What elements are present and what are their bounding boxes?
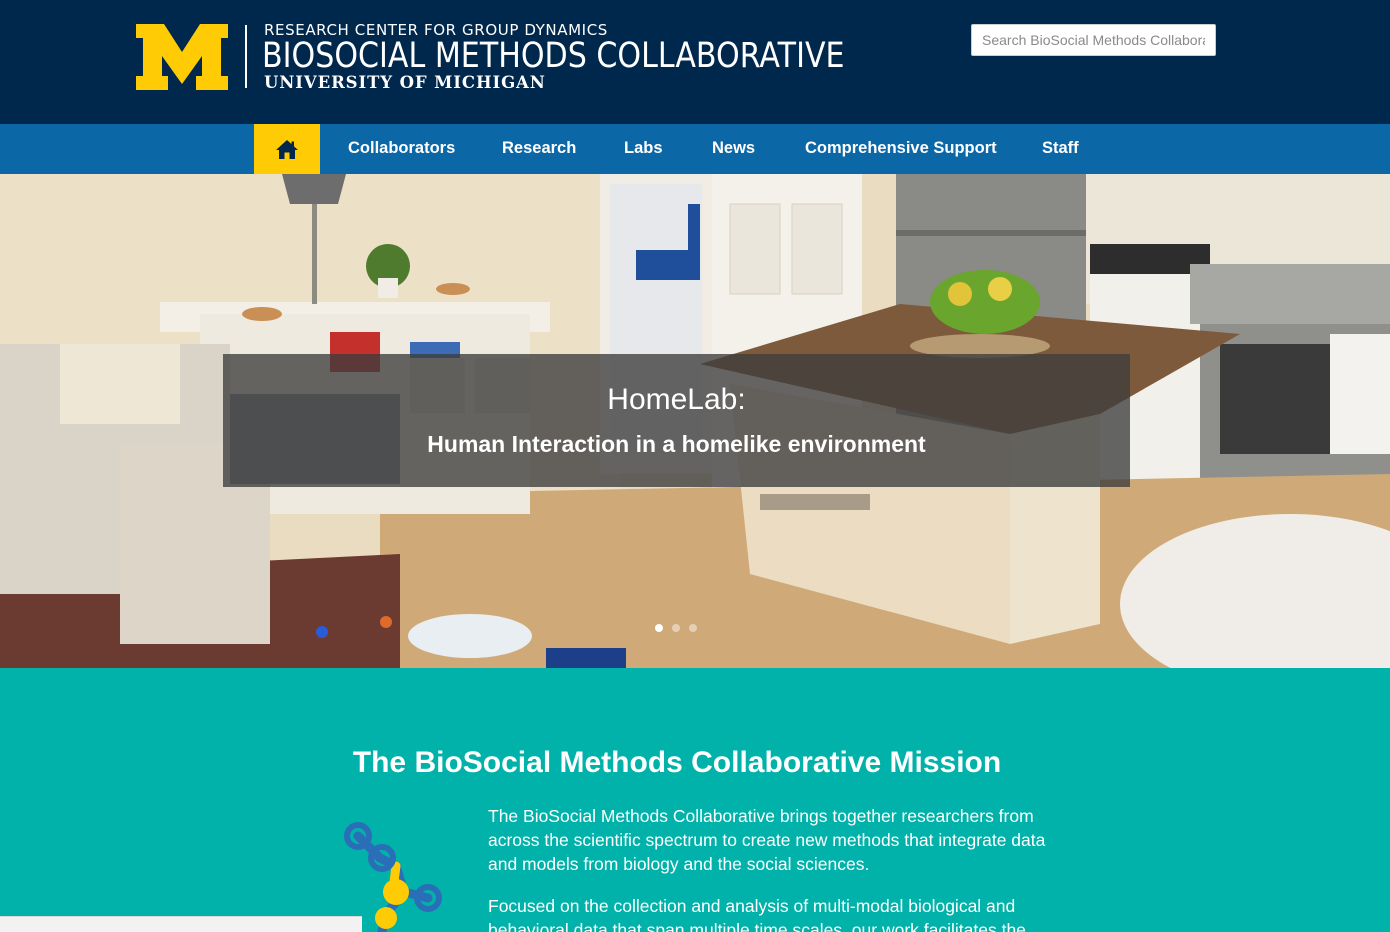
slide-indicators (655, 624, 697, 632)
logo-university-name[interactable]: UNIVERSITY OF MICHIGAN (264, 73, 546, 92)
mission-title: The BioSocial Methods Collaborative Miss… (352, 746, 1002, 779)
nav-item-news[interactable]: News (712, 124, 755, 174)
nav-item-research[interactable]: Research (502, 124, 576, 174)
slide-dot-3[interactable] (689, 624, 697, 632)
slide-caption-subtitle: Human Interaction in a homelike environm… (427, 431, 926, 457)
slide-caption-title: HomeLab: (607, 383, 746, 416)
mission-paragraph-2: Focused on the collection and analysis o… (488, 896, 1026, 932)
molecule-graphic-icon (344, 822, 442, 932)
slide-dot-2[interactable] (672, 624, 680, 632)
bottom-banner-strip (0, 916, 362, 932)
nav-item-staff[interactable]: Staff (1042, 124, 1079, 174)
main-nav: Collaborators Research Labs News Compreh… (0, 124, 1390, 174)
nav-home-button[interactable] (254, 124, 320, 174)
search-input[interactable] (971, 24, 1216, 56)
slide-dot-1[interactable] (655, 624, 663, 632)
slide-caption: HomeLab: Human Interaction in a homelike… (223, 354, 1130, 487)
university-m-logo-icon[interactable] (136, 24, 228, 90)
hero-slideshow[interactable]: HomeLab: Human Interaction in a homelike… (0, 174, 1390, 668)
logo-site-name[interactable]: BIOSOCIAL METHODS COLLABORATIVE (262, 36, 845, 76)
nav-item-labs[interactable]: Labs (624, 124, 663, 174)
mission-text: The BioSocial Methods Collaborative brin… (488, 804, 1068, 932)
logo-divider (245, 25, 247, 88)
mission-paragraph-1: The BioSocial Methods Collaborative brin… (488, 806, 1046, 874)
site-header: RESEARCH CENTER FOR GROUP DYNAMICS BIOSO… (0, 0, 1390, 124)
nav-item-collaborators[interactable]: Collaborators (348, 124, 455, 174)
home-icon (276, 139, 298, 159)
nav-item-comprehensive-support[interactable]: Comprehensive Support (805, 124, 997, 174)
